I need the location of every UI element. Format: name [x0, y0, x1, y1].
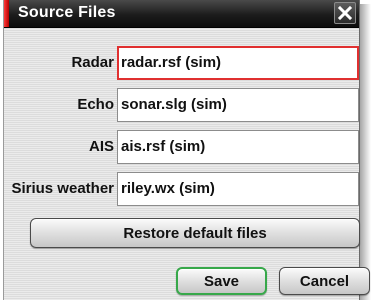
sirius-weather-row: Sirius weather riley.wx (sim)	[4, 172, 359, 206]
echo-label: Echo	[77, 96, 114, 113]
echo-file-field[interactable]: sonar.slg (sim)	[117, 88, 359, 122]
radar-row: Radar radar.rsf (sim)	[4, 46, 359, 80]
ais-label: AIS	[88, 138, 114, 155]
save-button[interactable]: Save	[176, 267, 267, 295]
close-button[interactable]	[334, 2, 356, 24]
ais-file-field[interactable]: ais.rsf (sim)	[117, 130, 359, 164]
radar-label: Radar	[71, 54, 114, 71]
radar-file-field[interactable]: radar.rsf (sim)	[117, 46, 359, 80]
sirius-weather-label: Sirius weather	[11, 180, 114, 197]
sirius-weather-file-field[interactable]: riley.wx (sim)	[117, 172, 359, 206]
dialog-titlebar: Source Files	[4, 0, 359, 28]
dialog-title: Source Files	[18, 4, 116, 21]
restore-default-files-button[interactable]: Restore default files	[30, 218, 360, 248]
dialog-shadow	[360, 4, 371, 300]
title-accent-bar	[4, 0, 9, 27]
cancel-button[interactable]: Cancel	[279, 267, 370, 295]
restore-default-files-label: Restore default files	[123, 224, 267, 242]
ais-row: AIS ais.rsf (sim)	[4, 130, 359, 164]
cancel-label: Cancel	[299, 272, 350, 290]
echo-row: Echo sonar.slg (sim)	[4, 88, 359, 122]
source-files-dialog: Source Files Radar radar.rsf (sim) Echo …	[3, 0, 360, 300]
save-label: Save	[203, 272, 240, 290]
close-icon	[337, 5, 353, 21]
